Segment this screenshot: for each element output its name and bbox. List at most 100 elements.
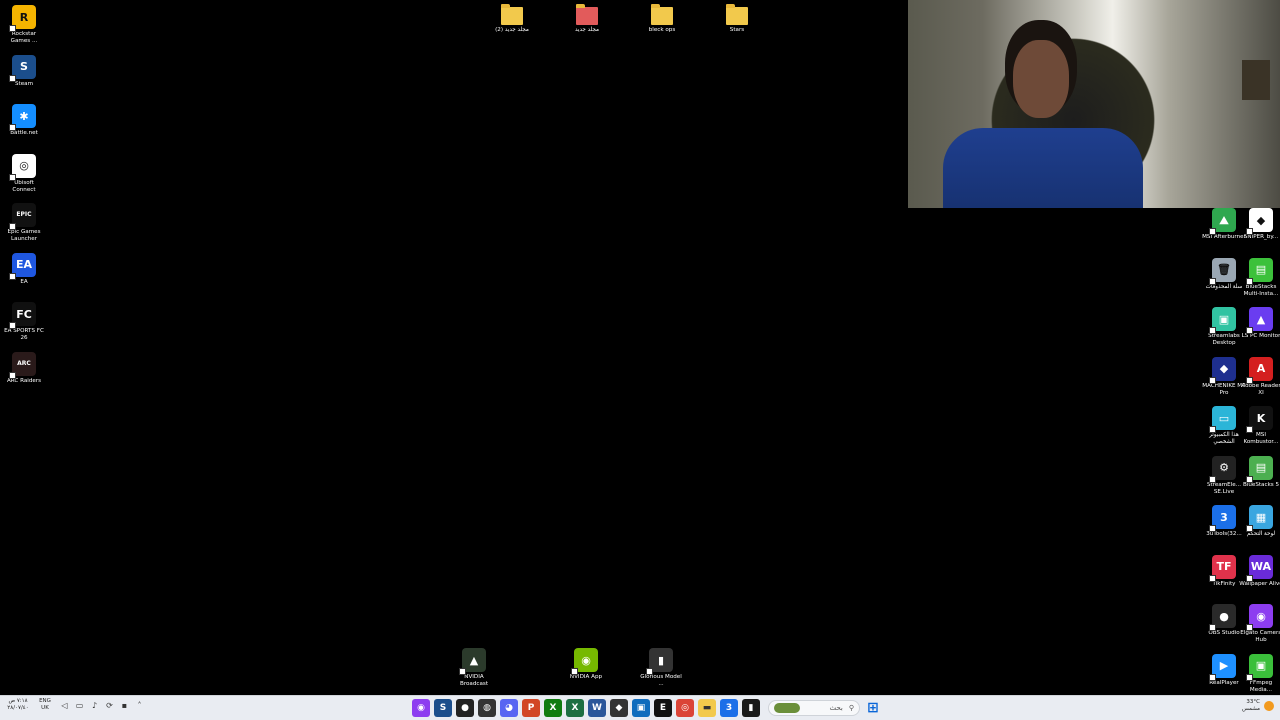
desktop-shortcut[interactable]: Stars — [715, 4, 759, 34]
desktop-shortcut[interactable]: ▲ NVIDIA Broadcast — [452, 648, 496, 688]
desktop-shortcut[interactable]: EA EA — [2, 252, 46, 286]
desktop-shortcut[interactable]: WA Wallpaper Alive — [1239, 554, 1280, 588]
volume-icon[interactable]: ◁ — [60, 701, 69, 710]
shortcut-arrow-icon — [1246, 376, 1253, 384]
desktop-shortcut-label: EA — [20, 278, 28, 285]
desktop-shortcut-label: NVIDIA Broadcast — [459, 674, 489, 687]
language-indicator[interactable]: ENG UK — [36, 698, 54, 712]
windows-start-icon[interactable]: ⊞ — [864, 699, 882, 717]
desktop-shortcut[interactable]: EPIC Epic Games Launcher — [2, 203, 46, 243]
shortcut-arrow-icon — [1209, 525, 1216, 532]
realplayer-icon: ▶ — [1209, 653, 1236, 681]
desktop-shortcut[interactable]: ◉ Elgato Camera Hub — [1239, 604, 1280, 644]
chevron-up-icon[interactable]: ˄ — [135, 701, 144, 710]
3utools-icon: 3 — [1209, 505, 1236, 532]
search-highlight-icon — [774, 703, 800, 713]
steam-icon: S — [9, 54, 36, 82]
ubisoft-icon: ◎ — [9, 153, 36, 181]
desktop-shortcut[interactable]: ▣ FFmpeg Media... — [1239, 653, 1280, 694]
desktop-shortcut[interactable]: مجلد جديد — [565, 4, 609, 34]
desktop-shortcut-label: BlueStacks 5 — [1242, 481, 1280, 488]
desktop-shortcut[interactable]: ◆ SNIPER_by... — [1239, 208, 1280, 241]
sun-icon — [1264, 701, 1274, 711]
shortcut-arrow-icon — [1209, 376, 1216, 384]
weather-temp: 33°C — [1246, 699, 1260, 705]
record-taskbar-icon[interactable]: ● — [456, 699, 474, 717]
language-top: ENG — [39, 698, 51, 704]
taskbar-search-box[interactable]: بحث ⚲ — [768, 700, 860, 716]
desktop-shortcut[interactable]: ▲ LS PC Monitor — [1239, 307, 1280, 340]
shortcut-arrow-icon — [9, 25, 16, 32]
shortcut-arrow-icon — [9, 124, 16, 131]
desktop-shortcut[interactable]: ▦ لوحة التحكم — [1239, 505, 1280, 538]
epic-taskbar-icon[interactable]: E — [654, 699, 672, 717]
elgato-icon: ◉ — [1246, 604, 1273, 631]
desktop-shortcut-label: Glorious Model ... — [640, 674, 682, 687]
store-taskbar-icon[interactable]: ▣ — [632, 699, 650, 717]
shortcut-arrow-icon — [9, 322, 16, 329]
shortcut-arrow-icon — [1246, 228, 1253, 235]
bluestacks-multi-icon: ▤ — [1246, 257, 1273, 285]
powerpoint-taskbar-icon[interactable]: P — [522, 699, 540, 717]
desktop-shortcut[interactable]: ARC ARC Raiders — [2, 351, 46, 385]
desktop-shortcut[interactable]: FC EA SPORTS FC 26 — [2, 302, 46, 342]
obs-icon: ● — [1209, 604, 1236, 631]
machenike-icon: ◆ — [1209, 356, 1236, 384]
network-icon[interactable]: ▭ — [75, 701, 84, 710]
shortcut-arrow-icon — [571, 668, 578, 675]
camera-hub-taskbar-icon[interactable]: ◉ — [412, 699, 430, 717]
ea-sports-fc-icon: FC — [9, 302, 36, 329]
file-explorer-taskbar-icon[interactable]: ▬ — [698, 699, 716, 717]
excel-taskbar-icon[interactable]: X — [566, 699, 584, 717]
ea-icon: EA — [9, 252, 36, 280]
xbox-taskbar-icon[interactable]: X — [544, 699, 562, 717]
steam-taskbar-icon[interactable]: S — [434, 699, 452, 717]
desktop-shortcut[interactable]: R Rockstar Games ... — [2, 5, 46, 45]
desktop-shortcut[interactable]: A Adobe Reader XI — [1239, 356, 1280, 397]
chrome-taskbar-icon[interactable]: ◎ — [676, 699, 694, 717]
taskbar-system-tray: ٧:١٨ ص ٢٨/٠٧/٤٠ ENG UK ◁ ▭ ♪ ⟳ ▪ ˄ — [6, 698, 144, 712]
sync-icon[interactable]: ⟳ — [105, 701, 114, 710]
battlenet-icon: ✱ — [9, 104, 36, 131]
desktop-shortcut-label: BlueStacks Multi-Insta... — [1243, 283, 1279, 297]
clock[interactable]: ٧:١٨ ص ٢٨/٠٧/٤٠ — [6, 698, 30, 712]
tikfinity-icon: TF — [1209, 554, 1236, 582]
desktop-shortcut[interactable]: مجلد جديد (2) — [490, 4, 534, 34]
desktop-shortcut[interactable]: ◎ Ubisoft Connect — [2, 153, 46, 194]
wallpaper-alive-icon: WA — [1246, 554, 1273, 582]
shortcut-arrow-icon — [1209, 228, 1216, 235]
desktop-shortcut[interactable]: ▮ Glorious Model ... — [639, 648, 683, 688]
desktop-shortcut-label: LS PC Monitor — [1241, 333, 1280, 339]
discord-taskbar-icon[interactable]: ◕ — [500, 699, 518, 717]
3utools-taskbar-icon[interactable]: 3 — [720, 699, 738, 717]
desktop-shortcut-label: bleck ops — [648, 27, 676, 33]
shortcut-arrow-icon — [1209, 475, 1216, 483]
desktop-shortcut[interactable]: ◉ NVIDIA App — [564, 648, 608, 681]
terminal-taskbar-icon[interactable]: ▮ — [742, 699, 760, 717]
shortcut-arrow-icon — [1246, 525, 1253, 532]
folder-icon — [726, 4, 748, 25]
microphone-icon[interactable]: ♪ — [90, 701, 99, 710]
epic-games-icon: EPIC — [9, 203, 36, 230]
shortcut-arrow-icon — [1246, 327, 1253, 334]
desktop-shortcut-label: SNIPER_by... — [1243, 234, 1279, 240]
obs-taskbar-icon[interactable]: ◍ — [478, 699, 496, 717]
weather-widget[interactable]: 33°C مشمس — [1242, 699, 1274, 713]
tray-app-icon[interactable]: ▪ — [120, 701, 129, 710]
nvidia-broadcast-icon: ▲ — [459, 648, 486, 675]
webcam-person — [1013, 40, 1069, 118]
desktop-shortcut[interactable]: bleck ops — [640, 4, 684, 34]
desktop-shortcut[interactable]: ▤ BlueStacks Multi-Insta... — [1239, 257, 1280, 298]
desktop-shortcut[interactable]: ✱ Battle.net — [2, 104, 46, 137]
webcam-overlay — [908, 0, 1280, 208]
word-taskbar-icon[interactable]: W — [588, 699, 606, 717]
desktop-shortcut[interactable]: K MSI Kombustor... — [1239, 406, 1280, 446]
desktop-shortcut-label: ARC Raiders — [6, 377, 42, 384]
folder-icon — [651, 4, 673, 25]
desktop-shortcut[interactable]: ▤ BlueStacks 5 — [1239, 455, 1280, 489]
desktop-shortcut[interactable]: S Steam — [2, 54, 46, 88]
msi-kombustor-icon: K — [1246, 406, 1273, 433]
cube-taskbar-icon[interactable]: ◆ — [610, 699, 628, 717]
shortcut-arrow-icon — [9, 74, 16, 82]
shortcut-arrow-icon — [9, 173, 16, 181]
